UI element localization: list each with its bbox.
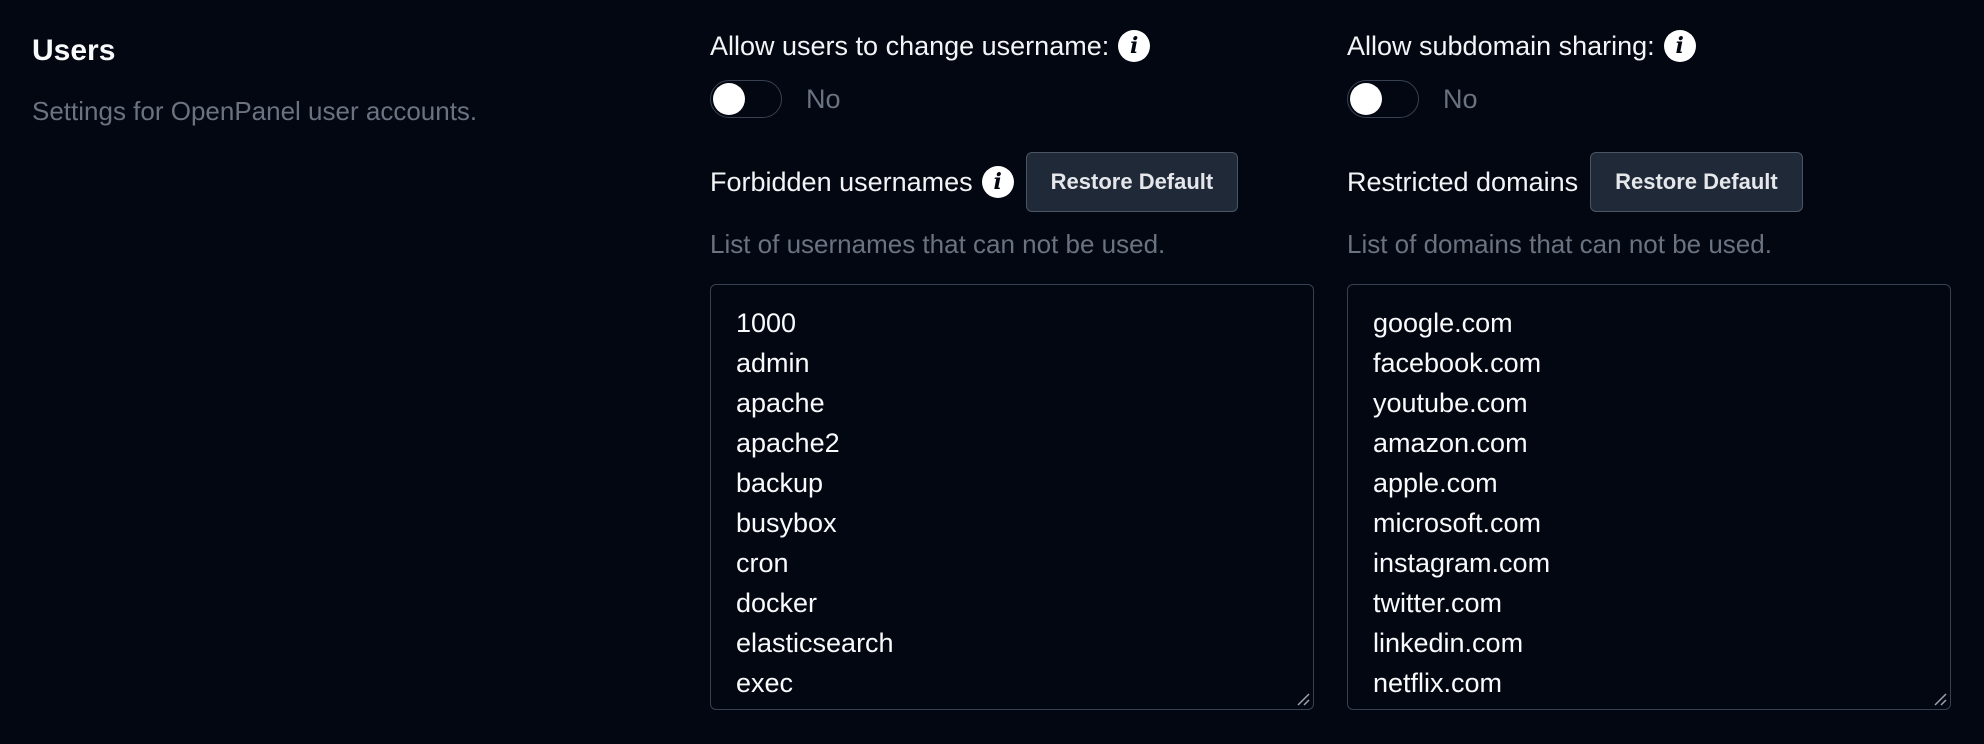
list-item: netflix.com [1373,668,1503,698]
list-item: backup [736,468,824,498]
settings-page: Users Settings for OpenPanel user accoun… [0,0,1984,744]
resize-handle-icon[interactable] [1296,692,1310,706]
list-item: cron [736,548,789,578]
list-item: elasticsearch [736,628,894,658]
list-item: youtube.com [1373,388,1528,418]
forbidden-usernames-help: List of usernames that can not be used. [710,229,1166,259]
section-description: Settings for OpenPanel user accounts. [32,96,478,126]
restricted-domains-label-row: Restricted domains Restore Default [1347,152,1803,212]
subdomain-sharing-toggle[interactable] [1347,80,1419,118]
info-icon[interactable]: i [981,166,1014,198]
toggle-knob [1350,83,1382,115]
list-item: facebook.com [1373,348,1542,378]
change-username-toggle[interactable] [710,80,782,118]
restore-default-usernames-button[interactable]: Restore Default [1025,152,1239,212]
restricted-domains-label: Restricted domains [1347,166,1579,197]
list-item: flask [736,703,1313,709]
restricted-domains-textarea[interactable]: google.com facebook.com youtube.com amazon.… [1347,284,1951,710]
change-username-label: Allow users to change username: [710,30,1110,61]
forbidden-usernames-label-row: Forbidden usernames i Restore Default [710,152,1239,212]
change-username-toggle-row: No [710,80,841,118]
subdomain-sharing-label-row: Allow subdomain sharing: i [1347,30,1696,62]
list-item: busybox [736,508,837,538]
list-item: microsoft.com [1373,508,1542,538]
list-item: apple.com [1373,468,1498,498]
list-item: amazon.com [1373,428,1528,458]
list-item: linkedin.com [1373,628,1524,658]
subdomain-sharing-label: Allow subdomain sharing: [1347,30,1655,61]
restricted-domains-list: google.com facebook.com youtube.com amazon.… [1348,285,1950,709]
list-item: google.com [1373,308,1513,338]
subdomain-sharing-toggle-value: No [1443,83,1478,114]
list-item: docker [736,588,818,618]
list-item: wikipedia.org [1373,703,1950,709]
list-item: apache2 [736,428,840,458]
list-item: 1000 [736,308,797,338]
toggle-knob [713,83,745,115]
forbidden-usernames-list: 1000 admin apache apache2 backup busybox cron d… [711,285,1313,709]
list-item: exec [736,668,794,698]
resize-handle-icon[interactable] [1933,692,1947,706]
list-item: admin [736,348,810,378]
info-icon[interactable]: i [1118,30,1151,62]
list-item: twitter.com [1373,588,1503,618]
forbidden-usernames-label: Forbidden usernames [710,166,973,197]
list-item: instagram.com [1373,548,1551,578]
restricted-domains-help: List of domains that can not be used. [1347,229,1772,259]
info-icon[interactable]: i [1663,30,1696,62]
change-username-label-row: Allow users to change username: i [710,30,1151,62]
change-username-toggle-value: No [806,83,841,114]
list-item: apache [736,388,825,418]
restore-default-domains-button[interactable]: Restore Default [1590,152,1803,212]
section-title: Users [32,34,116,67]
subdomain-sharing-toggle-row: No [1347,80,1478,118]
forbidden-usernames-textarea[interactable]: 1000 admin apache apache2 backup busybox cron d… [710,284,1314,710]
